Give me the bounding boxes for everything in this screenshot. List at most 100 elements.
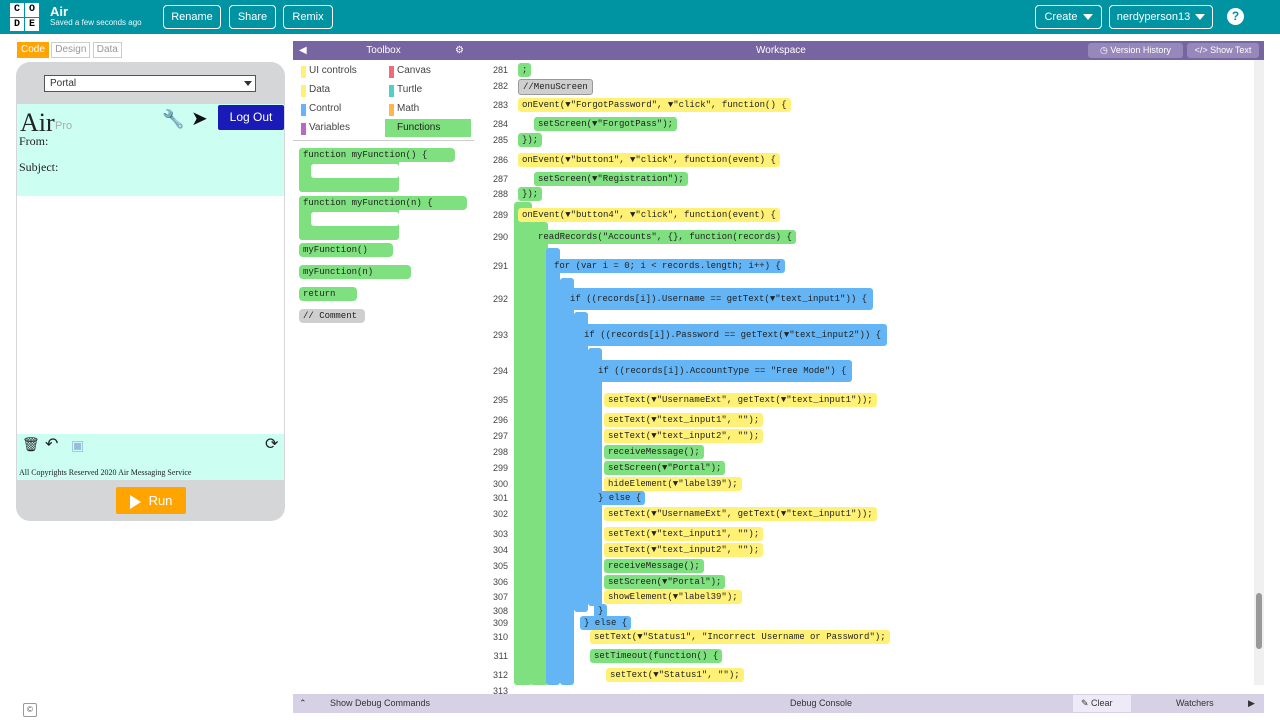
clear-button[interactable]: ✎ Clear [1073, 695, 1131, 712]
palette-block[interactable]: myFunction(n) [299, 265, 411, 279]
category-turtle[interactable]: Turtle [385, 81, 471, 99]
collapse-icon[interactable]: ◀ [299, 41, 307, 60]
block-rail [588, 348, 602, 606]
mode-tabs: Code Design Data [17, 41, 122, 58]
logo-letter: E [25, 17, 39, 31]
version-history-button[interactable]: ◷ Version History [1088, 43, 1183, 58]
code-block[interactable]: if ((records[i]).Password == getText(▼"t… [578, 324, 888, 346]
toolbox-header: ◀ Toolbox ⚙ [293, 41, 474, 60]
refresh-icon[interactable]: ⟳ [265, 434, 278, 454]
code-block[interactable]: setTimeout(function() { [590, 649, 723, 663]
code-block[interactable]: showElement(▼"label39"); [604, 590, 742, 604]
code-block[interactable]: setText(▼"UsernameExt", getText(▼"text_i… [604, 507, 877, 521]
code-block[interactable]: if ((records[i]).AccountType == "Free Mo… [592, 360, 853, 382]
code-block[interactable]: setScreen(▼"Registration"); [534, 172, 688, 186]
category-ui-controls[interactable]: UI controls [297, 62, 383, 80]
code-block[interactable]: setScreen(▼"ForgotPass"); [534, 117, 678, 131]
code-block[interactable]: onEvent(▼"button4", ▼"click", function(e… [518, 208, 780, 222]
tab-code[interactable]: Code [17, 42, 49, 58]
line-number: 295 [492, 395, 508, 405]
code-block[interactable]: setText(▼"text_input2", ""); [604, 543, 764, 557]
code-block[interactable]: setText(▼"UsernameExt", getText(▼"text_i… [604, 393, 877, 407]
help-icon[interactable]: ? [1227, 8, 1244, 25]
scrollbar-thumb[interactable] [1256, 593, 1262, 649]
code-block[interactable]: receiveMessage(); [604, 559, 704, 573]
toolbox-title: Toolbox [366, 45, 401, 56]
show-debug-commands[interactable]: Show Debug Commands [330, 694, 430, 713]
show-text-button[interactable]: </> Show Text [1187, 43, 1259, 58]
show-text-label: Show Text [1210, 45, 1252, 55]
code-block[interactable]: setText(▼"Status1", ""); [606, 668, 744, 682]
image-icon[interactable]: ▣ [71, 437, 84, 454]
workspace-scrollbar[interactable] [1254, 60, 1264, 685]
line-number: 305 [492, 561, 508, 571]
line-number: 309 [492, 618, 508, 628]
category-swatch [301, 123, 306, 135]
category-data[interactable]: Data [297, 81, 383, 99]
code-block[interactable]: if ((records[i]).Username == getText(▼"t… [564, 288, 874, 310]
gear-icon[interactable]: ⚙ [455, 41, 464, 60]
wrench-icon[interactable]: 🔧 [162, 109, 184, 130]
line-number: 306 [492, 577, 508, 587]
palette-block[interactable]: return [299, 287, 357, 301]
tab-design[interactable]: Design [51, 42, 91, 58]
project-title: Air [50, 4, 69, 19]
category-swatch [389, 123, 394, 135]
copyright-icon[interactable]: © [23, 703, 37, 717]
code-block[interactable]: setScreen(▼"Portal"); [604, 575, 726, 589]
palette-block[interactable]: myFunction() [299, 243, 393, 257]
line-number: 307 [492, 592, 508, 602]
code-block[interactable]: setText(▼"Status1", "Incorrect Username … [590, 630, 890, 644]
send-icon[interactable]: ➤ [191, 106, 208, 131]
code-block[interactable]: for (var i = 0; i < records.length; i++)… [550, 259, 785, 273]
code-block[interactable]: }); [518, 133, 543, 147]
create-dropdown[interactable]: Create [1035, 5, 1102, 29]
palette-block[interactable]: function myFunction() { [299, 148, 455, 162]
screen-select[interactable]: Portal [44, 75, 256, 92]
code-block[interactable]: } else { [580, 616, 632, 630]
workspace-canvas[interactable]: ; //MenuScreen onEvent(▼"ForgotPassword", … [474, 60, 1254, 685]
remix-button[interactable]: Remix [283, 5, 333, 29]
code-block[interactable]: setText(▼"text_input2", ""); [604, 429, 764, 443]
code-org-logo[interactable]: C O D E [10, 3, 40, 31]
category-swatch [301, 66, 306, 78]
undo-icon[interactable]: ↶ [45, 434, 58, 454]
tab-data[interactable]: Data [92, 42, 122, 58]
category-variables[interactable]: Variables [297, 119, 383, 137]
create-label: Create [1044, 11, 1078, 23]
category-canvas[interactable]: Canvas [385, 62, 471, 80]
rename-button[interactable]: Rename [163, 5, 221, 29]
palette-block[interactable]: function myFunction(n) { [299, 196, 467, 210]
app-preview-phone: Portal Air Pro 🔧 ➤ Log Out From: Subject… [16, 62, 285, 521]
code-block[interactable]: setText(▼"text_input1", ""); [604, 413, 764, 427]
code-block[interactable]: readRecords("Accounts", {}, function(rec… [534, 230, 796, 244]
clock-icon: ◷ [1100, 45, 1111, 55]
category-control[interactable]: Control [297, 100, 383, 118]
share-button[interactable]: Share [229, 5, 276, 29]
category-functions[interactable]: Functions [385, 119, 471, 137]
code-block[interactable]: receiveMessage(); [604, 445, 704, 459]
pro-label: Pro [55, 120, 73, 132]
logout-button[interactable]: Log Out [218, 105, 284, 130]
category-math[interactable]: Math [385, 100, 471, 118]
line-numbers: 281 282 283 284 285 286 287 288 289 290 291 292 293 2… [474, 60, 512, 696]
code-block[interactable]: setText(▼"text_input1", ""); [604, 527, 764, 541]
expand-icon[interactable]: ⌃ [299, 694, 307, 713]
code-block[interactable]: //MenuScreen [518, 79, 593, 95]
run-button[interactable]: Run [116, 487, 186, 514]
username: nerdyperson13 [1116, 11, 1191, 23]
trash-icon[interactable]: 🗑 [22, 436, 40, 453]
code-block[interactable]: setScreen(▼"Portal"); [604, 461, 726, 475]
code-block[interactable]: onEvent(▼"ForgotPassword", ▼"click", fun… [518, 98, 791, 112]
code-block[interactable]: } else { [594, 491, 646, 505]
code-block[interactable]: onEvent(▼"button1", ▼"click", function(e… [518, 153, 780, 167]
workspace-title: Workspace [756, 45, 806, 56]
category-label: Data [309, 84, 331, 95]
collapse-right-icon[interactable]: ▶ [1248, 694, 1255, 713]
code-block[interactable]: }); [518, 187, 543, 201]
code-block[interactable]: ; [518, 63, 532, 77]
palette-block[interactable]: // Comment [299, 309, 365, 323]
line-number: 285 [492, 135, 508, 145]
code-block[interactable]: hideElement(▼"label39"); [604, 477, 742, 491]
user-menu[interactable]: nerdyperson13 [1109, 5, 1213, 29]
